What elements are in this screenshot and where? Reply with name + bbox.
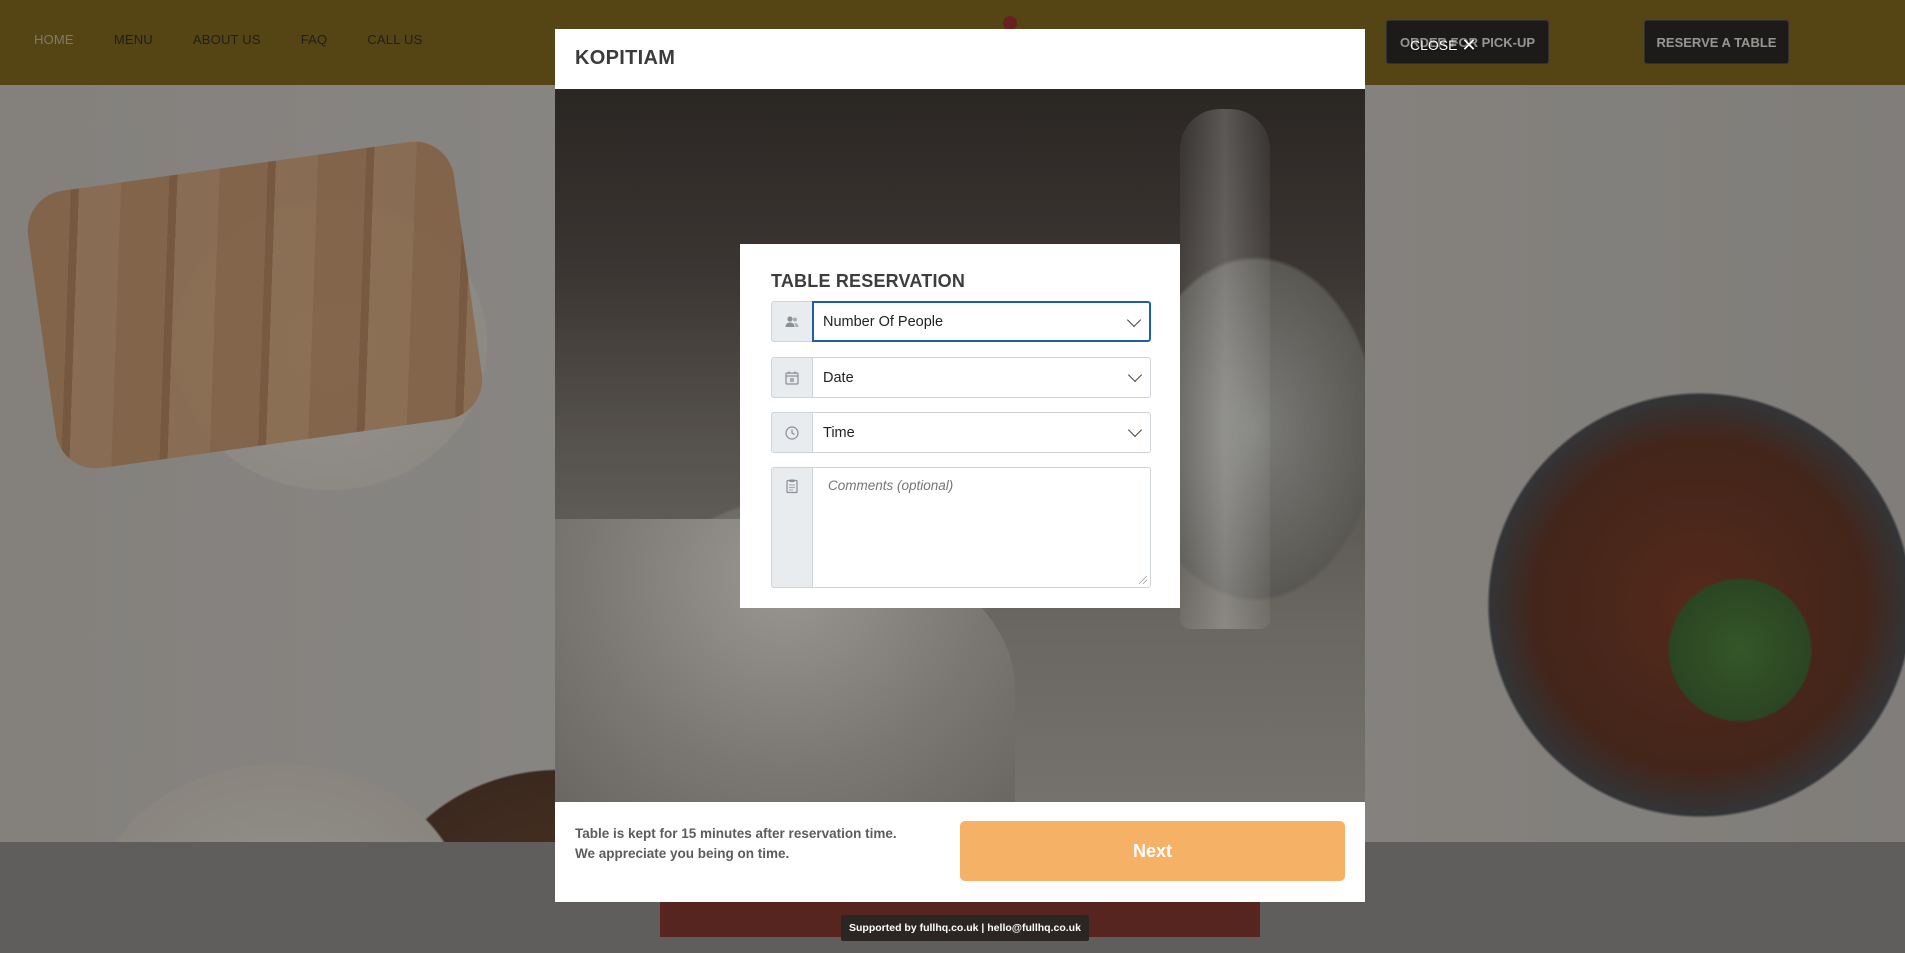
clock-icon: [771, 412, 812, 453]
calendar-icon: [771, 357, 812, 398]
people-select-value: Number Of People: [823, 313, 944, 330]
time-select-value: Time: [823, 424, 855, 441]
next-button[interactable]: Next: [960, 821, 1345, 881]
time-select[interactable]: Time: [812, 412, 1151, 453]
modal-footer: Table is kept for 15 minutes after reser…: [555, 802, 1365, 902]
comments-field: [771, 467, 1151, 588]
modal-header: KOPITIAM: [555, 29, 1365, 89]
close-label: CLOSE: [1410, 37, 1458, 53]
people-select[interactable]: Number Of People: [812, 301, 1151, 342]
reservation-policy-note: Table is kept for 15 minutes after reser…: [575, 824, 925, 864]
clipboard-icon: [771, 467, 812, 588]
supported-by-credit[interactable]: Supported by fullhq.co.uk | hello@fullhq…: [841, 915, 1089, 941]
modal-title: KOPITIAM: [575, 47, 676, 69]
reservation-form: TABLE RESERVATION Number Of People Date …: [740, 244, 1180, 608]
time-field: Time: [771, 412, 1151, 453]
wine-glass-image: [1180, 109, 1270, 629]
chevron-down-icon: [1127, 367, 1143, 383]
close-icon: ✕: [1461, 35, 1477, 55]
date-select[interactable]: Date: [812, 357, 1151, 398]
policy-line-2: We appreciate you being on time.: [575, 846, 790, 861]
form-heading: TABLE RESERVATION: [771, 271, 966, 291]
people-field: Number Of People: [771, 301, 1151, 342]
policy-line-1: Table is kept for 15 minutes after reser…: [575, 826, 897, 841]
close-modal-button[interactable]: CLOSE ✕: [1410, 35, 1477, 55]
date-select-value: Date: [823, 369, 854, 386]
comments-textarea[interactable]: [812, 467, 1151, 588]
date-field: Date: [771, 357, 1151, 398]
chevron-down-icon: [1127, 422, 1143, 438]
people-icon: [771, 301, 812, 342]
chevron-down-icon: [1126, 312, 1142, 328]
resize-handle[interactable]: [1139, 576, 1147, 584]
